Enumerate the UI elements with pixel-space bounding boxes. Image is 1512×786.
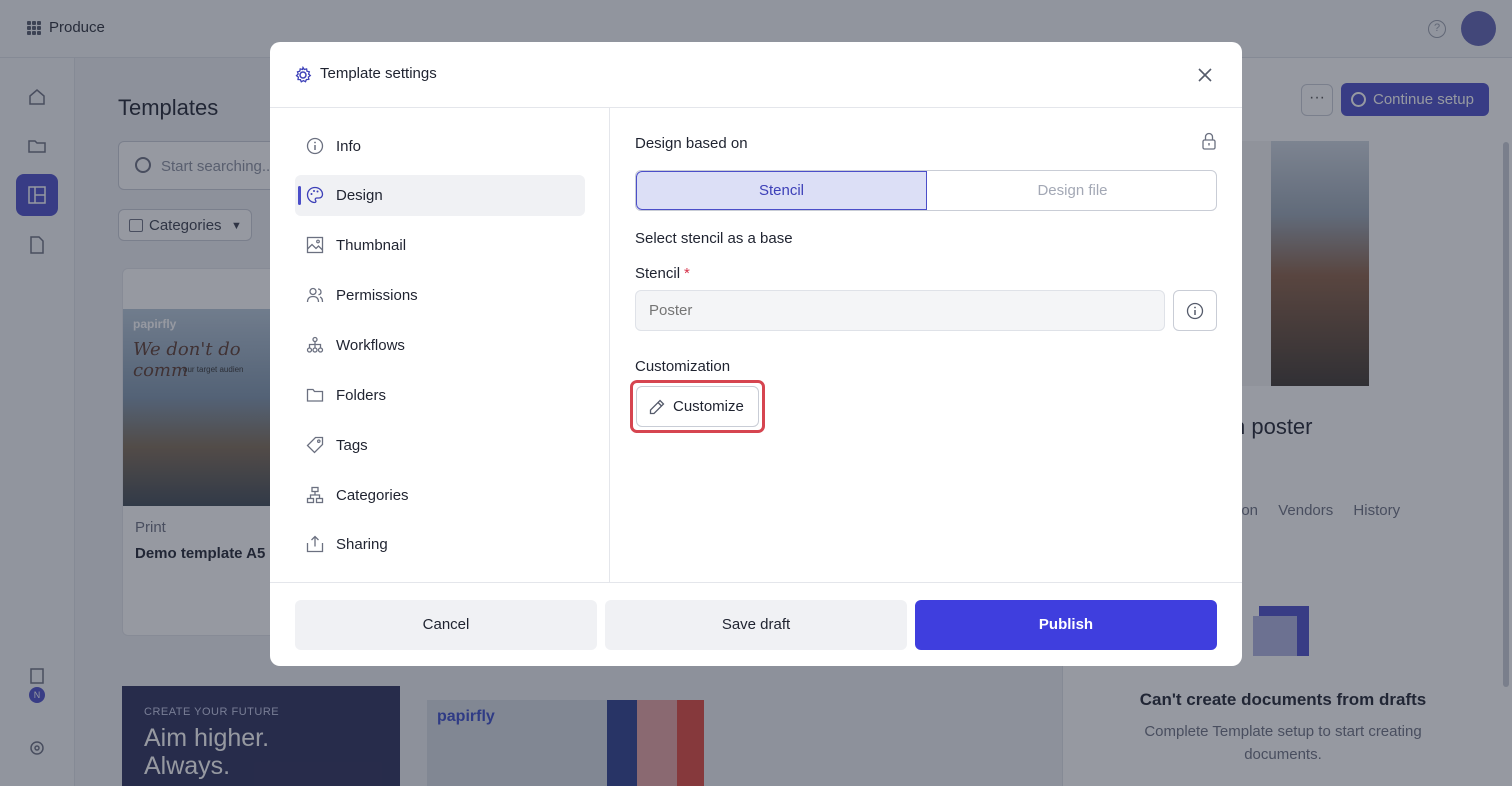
nav-label: Thumbnail	[336, 237, 407, 254]
workflow-icon	[306, 336, 324, 353]
nav-label: Tags	[336, 437, 368, 454]
save-draft-button[interactable]: Save draft	[605, 600, 907, 650]
close-button[interactable]	[1194, 64, 1216, 86]
stencil-input[interactable]	[635, 290, 1165, 331]
nav-item-thumbnail[interactable]: Thumbnail	[295, 225, 585, 266]
nav-item-design[interactable]: Design	[295, 175, 585, 216]
nav-label: Workflows	[336, 337, 405, 354]
customization-label: Customization	[635, 358, 731, 375]
design-based-on-label: Design based on	[635, 135, 748, 152]
required-marker: *	[684, 265, 690, 282]
nav-item-folders[interactable]: Folders	[295, 375, 585, 416]
customize-label: Customize	[673, 398, 744, 415]
nav-label: Folders	[336, 387, 387, 404]
nav-label: Info	[336, 138, 362, 155]
categories-icon	[306, 486, 324, 504]
info-icon	[306, 137, 324, 155]
nav-label: Categories	[336, 487, 409, 504]
pencil-icon	[649, 399, 665, 415]
nav-item-info[interactable]: Info	[295, 126, 585, 167]
nav-item-tags[interactable]: Tags	[295, 425, 585, 466]
stencil-field-label: Stencil *	[635, 265, 690, 282]
nav-item-workflows[interactable]: Workflows	[295, 325, 585, 366]
nav-label: Permissions	[336, 287, 418, 304]
settings-nav: Info Design Thumbnail Permissions Workfl…	[270, 108, 610, 582]
palette-icon	[306, 186, 324, 204]
design-file-option[interactable]: Design file	[927, 171, 1216, 210]
tag-icon	[306, 436, 324, 454]
share-icon	[306, 535, 324, 553]
info-icon	[1186, 302, 1204, 319]
nav-item-sharing[interactable]: Sharing	[295, 524, 585, 565]
select-stencil-hint: Select stencil as a base	[635, 230, 793, 247]
stencil-info-button[interactable]	[1173, 290, 1217, 331]
dialog-footer: Cancel Save draft Publish	[270, 582, 1242, 666]
folder-icon	[306, 388, 324, 402]
lock-icon	[1202, 132, 1216, 150]
dialog-header: Template settings	[270, 42, 1242, 108]
nav-item-categories[interactable]: Categories	[295, 475, 585, 516]
design-source-toggle: Stencil Design file	[635, 170, 1217, 211]
cancel-button[interactable]: Cancel	[295, 600, 597, 650]
nav-item-permissions[interactable]: Permissions	[295, 275, 585, 316]
stencil-option[interactable]: Stencil	[636, 171, 927, 210]
design-settings-panel: Design based on Stencil Design file Sele…	[610, 108, 1242, 582]
nav-label: Sharing	[336, 536, 388, 553]
image-icon	[306, 236, 324, 254]
template-settings-dialog: Template settings Info Design Thumbnail …	[270, 42, 1242, 666]
users-icon	[306, 287, 324, 303]
customize-highlight: Customize	[630, 380, 765, 433]
stencil-label-text: Stencil	[635, 265, 681, 282]
customize-button[interactable]: Customize	[636, 386, 759, 427]
close-icon	[1198, 68, 1212, 82]
gear-icon	[295, 66, 312, 83]
dialog-title: Template settings	[320, 65, 437, 82]
nav-label: Design	[336, 187, 383, 204]
publish-button[interactable]: Publish	[915, 600, 1217, 650]
